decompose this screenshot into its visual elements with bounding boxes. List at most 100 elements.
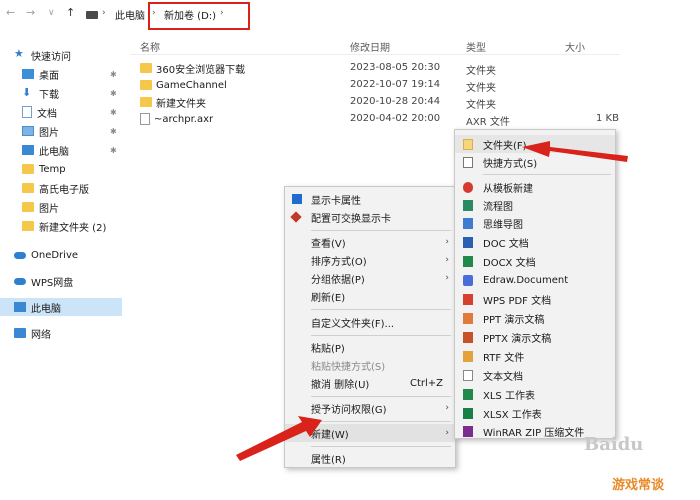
menu-item-properties[interactable]: 属性(R) <box>285 449 455 467</box>
document-icon <box>22 106 32 118</box>
submenu-item-label: 文件夹(F) <box>483 140 527 152</box>
up-arrow-icon[interactable]: ↑ <box>66 6 75 19</box>
file-row[interactable]: 新建文件夹 <box>140 94 206 110</box>
flowchart-icon <box>463 199 473 211</box>
file-row[interactable]: GameChannel <box>140 77 227 93</box>
submenu-item-wps-pdf[interactable]: WPS PDF 文档 <box>455 290 615 308</box>
menu-item-label: 粘贴快捷方式(S) <box>311 361 386 373</box>
submenu-item-ppt[interactable]: PPT 演示文稿 <box>455 309 615 327</box>
file-row[interactable]: 360安全浏览器下载 <box>140 60 245 76</box>
submenu-item-from-template[interactable]: 从模板新建 <box>455 178 615 196</box>
sidebar-item-new-folder-2[interactable]: 新建文件夹 (2) <box>0 217 122 235</box>
menu-item-paste[interactable]: 粘贴(P) <box>285 338 455 356</box>
menu-item-label: 自定义文件夹(F)... <box>311 318 395 330</box>
pin-icon[interactable]: ✱ <box>110 108 117 117</box>
sidebar-item-label: 网络 <box>31 329 51 341</box>
menu-item-new[interactable]: 新建(W) › <box>285 424 455 442</box>
sidebar-item-label: 下载 <box>39 89 59 101</box>
sidebar-item-label: 此电脑 <box>31 303 61 315</box>
submenu-item-xlsx[interactable]: XLSX 工作表 <box>455 404 615 422</box>
submenu-item-shortcut[interactable]: 快捷方式(S) <box>455 153 615 171</box>
menu-item-label: 刷新(E) <box>311 292 346 304</box>
menu-item-grant-access[interactable]: 授予访问权限(G) › <box>285 399 455 417</box>
sidebar-item-wps-drive[interactable]: WPS网盘 <box>0 272 122 290</box>
folder-icon <box>22 183 34 193</box>
pin-icon[interactable]: ✱ <box>110 127 117 136</box>
pin-icon[interactable]: ✱ <box>110 70 117 79</box>
file-type: 文件夹 <box>466 66 496 77</box>
submenu-item-label: 思维导图 <box>483 219 523 231</box>
winrar-icon <box>463 425 473 437</box>
star-icon: ★ <box>14 47 24 60</box>
submenu-item-label: RTF 文件 <box>483 352 525 364</box>
sidebar-item-temp[interactable]: Temp <box>0 160 122 178</box>
column-header-type[interactable]: 类型 <box>466 39 486 54</box>
sidebar-item-thispc[interactable]: 此电脑 <box>0 298 122 316</box>
shortcut-icon <box>463 156 473 168</box>
pin-icon[interactable]: ✱ <box>110 89 117 98</box>
menu-item-sort-by[interactable]: 排序方式(O) › <box>285 251 455 269</box>
submenu-item-mindmap[interactable]: 思维导图 <box>455 214 615 232</box>
menu-divider <box>311 421 451 422</box>
computer-icon <box>22 145 34 155</box>
template-icon <box>463 181 473 193</box>
file-modified: 2020-10-28 20:44 <box>350 96 441 107</box>
menu-item-undo-delete[interactable]: 撤消 删除(U) Ctrl+Z <box>285 374 455 392</box>
column-header-size[interactable]: 大小 <box>565 39 585 54</box>
submenu-item-label: Edraw.Document <box>483 274 569 286</box>
breadcrumb-separator[interactable]: › <box>102 8 106 18</box>
sidebar-item-gaoshi[interactable]: 高氏电子版 <box>0 179 122 197</box>
sidebar-item-network[interactable]: 网络 <box>0 324 122 342</box>
picture-icon <box>22 126 34 136</box>
submenu-item-label: 快捷方式(S) <box>483 158 538 170</box>
menu-divider <box>311 396 451 397</box>
menu-item-gpu-properties[interactable]: 显示卡属性 <box>285 190 455 208</box>
sidebar-item-thispc-quick[interactable]: 此电脑 ✱ <box>0 141 122 159</box>
submenu-item-pptx[interactable]: PPTX 演示文稿 <box>455 328 615 346</box>
menu-item-label: 排序方式(O) <box>311 256 367 268</box>
submenu-item-rtf[interactable]: RTF 文件 <box>455 347 615 365</box>
sidebar-item-pictures-folder[interactable]: 图片 <box>0 198 122 216</box>
submenu-item-label: 文本文档 <box>483 371 523 383</box>
column-header-modified[interactable]: 修改日期 <box>350 39 390 54</box>
rtf-icon <box>463 350 473 362</box>
column-header-name[interactable]: 名称 <box>140 39 160 54</box>
sidebar-item-desktop[interactable]: 桌面 ✱ <box>0 65 122 83</box>
submenu-item-text-doc[interactable]: 文本文档 <box>455 366 615 384</box>
pin-icon[interactable]: ✱ <box>110 146 117 155</box>
breadcrumb-thispc[interactable]: 此电脑 <box>115 7 145 22</box>
submenu-item-docx[interactable]: DOCX 文档 <box>455 252 615 270</box>
sidebar-item-quick-access[interactable]: ★ 快速访问 <box>0 46 122 64</box>
submenu-item-edraw[interactable]: Edraw.Document <box>455 271 615 289</box>
menu-item-view[interactable]: 查看(V) › <box>285 233 455 251</box>
file-row[interactable]: ~archpr.axr <box>140 111 213 127</box>
menu-item-switchable-graphics[interactable]: 配置可交换显示卡 <box>285 208 455 226</box>
pdf-icon <box>463 293 473 305</box>
sidebar-item-pictures[interactable]: 图片 ✱ <box>0 122 122 140</box>
computer-icon <box>14 302 26 312</box>
file-type: 文件夹 <box>466 83 496 94</box>
forward-arrow-icon[interactable]: → <box>26 6 35 19</box>
menu-item-refresh[interactable]: 刷新(E) <box>285 287 455 305</box>
download-icon: ⬇ <box>22 86 32 99</box>
folder-icon <box>140 80 152 90</box>
sidebar-item-label: 高氏电子版 <box>39 184 89 196</box>
menu-item-paste-shortcut[interactable]: 粘贴快捷方式(S) <box>285 356 455 374</box>
submenu-item-xls[interactable]: XLS 工作表 <box>455 385 615 403</box>
menu-item-group-by[interactable]: 分组依据(P) › <box>285 269 455 287</box>
submenu-item-doc[interactable]: DOC 文档 <box>455 233 615 251</box>
sidebar-item-downloads[interactable]: ⬇ 下载 ✱ <box>0 84 122 102</box>
menu-divider <box>311 309 451 310</box>
menu-item-customize-folder[interactable]: 自定义文件夹(F)... <box>285 313 455 331</box>
watermark-text: 游戏常谈 <box>612 478 665 493</box>
file-name: GameChannel <box>156 79 227 91</box>
back-arrow-icon[interactable]: ← <box>6 6 15 19</box>
sidebar-item-documents[interactable]: 文档 ✱ <box>0 103 122 121</box>
sidebar-item-onedrive[interactable]: OneDrive <box>0 246 122 264</box>
menu-item-label: 属性(R) <box>311 454 346 466</box>
submenu-item-flowchart[interactable]: 流程图 <box>455 196 615 214</box>
recent-dropdown-icon[interactable]: ∨ <box>48 8 55 18</box>
menu-item-label: 配置可交换显示卡 <box>311 213 391 225</box>
submenu-item-folder[interactable]: 文件夹(F) <box>455 135 615 153</box>
submenu-arrow-icon: › <box>445 403 449 413</box>
